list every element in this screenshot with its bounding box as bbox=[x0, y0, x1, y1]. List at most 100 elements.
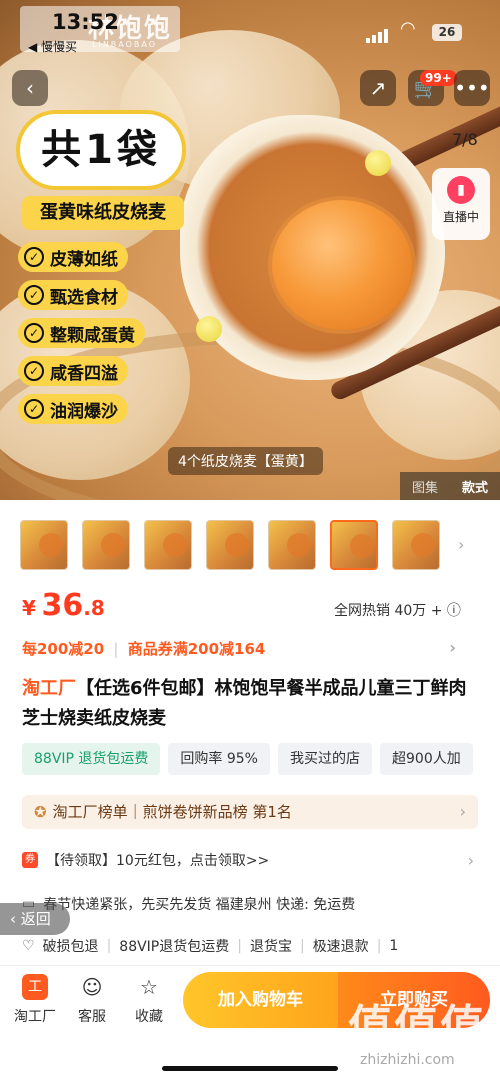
cart-count-badge: 99+ bbox=[420, 70, 457, 86]
tag-repurchase-rate[interactable]: 回购率 95% bbox=[168, 743, 270, 775]
bottom-label: 客服 bbox=[78, 1009, 106, 1025]
feature-badge: ✓ 皮薄如纸 bbox=[18, 242, 128, 272]
tag-purchased-store[interactable]: 我买过的店 bbox=[278, 743, 372, 775]
share-icon: ↗ bbox=[369, 76, 387, 100]
guarantee-item: 88VIP退货包运费 bbox=[119, 939, 230, 955]
product-title: 淘工厂【任选6件包邮】林饱饱早餐半成品儿童三丁鲜肉芝士烧卖纸皮烧麦 bbox=[22, 674, 482, 734]
image-caption: 4个纸皮烧麦【蛋黄】 bbox=[168, 447, 323, 475]
feature-label: 整颗咸蛋黄 bbox=[50, 325, 135, 346]
guarantee-item: 破损包退 bbox=[42, 939, 99, 955]
sales-count[interactable]: 全网热销 40万 + ⓘ bbox=[334, 600, 461, 620]
feature-badge: ✓ 甄选食材 bbox=[18, 280, 128, 310]
variant-thumbnail[interactable] bbox=[392, 520, 440, 570]
favorite-button[interactable]: ☆ 收藏 bbox=[124, 974, 174, 1026]
feature-label: 咸香四溢 bbox=[50, 363, 118, 384]
customer-service-icon: ☺ bbox=[81, 975, 103, 999]
feature-badge: ✓ 油润爆沙 bbox=[18, 394, 128, 424]
more-button[interactable]: ••• bbox=[454, 70, 490, 106]
taogongchang-button[interactable]: 工 淘工厂 bbox=[10, 974, 60, 1026]
medal-icon: ✪ bbox=[34, 803, 47, 821]
back-button[interactable]: ‹ bbox=[12, 70, 48, 106]
price: ¥ 36.8 bbox=[22, 588, 105, 623]
guarantee-row[interactable]: ♡ 破损包退 | 88VIP退货包运费 | 退货宝 | 极速退款 | 1 bbox=[22, 936, 478, 956]
guarantee-item: 1 bbox=[389, 938, 399, 954]
chevron-right-icon[interactable]: › bbox=[458, 535, 464, 554]
check-icon: ✓ bbox=[24, 399, 44, 419]
variant-thumbnail[interactable] bbox=[144, 520, 192, 570]
taogongchang-icon: 工 bbox=[22, 974, 48, 1000]
variant-thumbnail[interactable] bbox=[206, 520, 254, 570]
add-to-cart-button[interactable]: 加入购物车 bbox=[183, 972, 338, 1028]
variant-thumbnail[interactable] bbox=[20, 520, 68, 570]
shipping-text: 春节快递紧张，先买先发货 福建泉州 快递: 免运费 bbox=[43, 897, 356, 913]
feature-label: 油润爆沙 bbox=[50, 401, 118, 422]
red-packet-icon: 券 bbox=[22, 852, 38, 868]
chevron-right-icon: › bbox=[467, 850, 474, 870]
more-icon: ••• bbox=[454, 76, 490, 100]
feature-badge: ✓ 咸香四溢 bbox=[18, 356, 128, 386]
chevron-right-icon: › bbox=[459, 802, 466, 821]
live-icon: ▮ bbox=[447, 176, 475, 204]
promo-subtitle: 蛋黄味纸皮烧麦 bbox=[22, 196, 184, 230]
cellular-signal-icon bbox=[366, 24, 390, 43]
battery-indicator: 26 bbox=[432, 24, 462, 41]
promo-title: 共1袋 bbox=[16, 110, 186, 190]
bottom-label: 收藏 bbox=[135, 1009, 163, 1025]
shipping-row[interactable]: ▭ 春节快递紧张，先买先发货 福建泉州 快递: 免运费 bbox=[22, 894, 478, 914]
gallery-view-tabs[interactable]: 图集 款式 bbox=[400, 472, 500, 500]
price-symbol: ¥ bbox=[22, 596, 36, 620]
watermark-url: zhizhizhi.com bbox=[360, 1052, 455, 1068]
price-integer: 36 bbox=[41, 588, 84, 623]
feature-badge: ✓ 整颗咸蛋黄 bbox=[18, 318, 145, 348]
brand-label: 淘工厂 bbox=[22, 678, 76, 699]
live-label: 直播中 bbox=[442, 210, 479, 224]
product-gallery[interactable]: 林饱饱 LINBAOBAO 13:52 ◀ 慢慢买 ◠ 26 ‹ ↗ 🛒 99+… bbox=[0, 0, 500, 500]
discount-label: 每200减20 bbox=[22, 640, 105, 658]
wifi-icon: ◠ bbox=[400, 18, 416, 39]
back-to-app-link[interactable]: ◀ 慢慢买 bbox=[28, 38, 77, 55]
corn-image bbox=[365, 150, 391, 176]
check-icon: ✓ bbox=[24, 323, 44, 343]
floating-back-button[interactable]: ‹ 返回 bbox=[0, 903, 70, 935]
check-icon: ✓ bbox=[24, 361, 44, 381]
heart-icon: ♡ bbox=[22, 938, 35, 954]
star-icon: ☆ bbox=[140, 975, 158, 999]
check-icon: ✓ bbox=[24, 285, 44, 305]
coupon-row[interactable]: 券 【待领取】10元红包，点击领取>> › bbox=[22, 850, 478, 870]
status-time: 13:52 bbox=[52, 10, 119, 34]
gallery-counter: 7/8 bbox=[452, 130, 478, 149]
ranking-text: 淘工厂榜单｜煎饼卷饼新品榜 第1名 bbox=[52, 803, 292, 821]
price-decimal: .8 bbox=[83, 596, 105, 620]
chevron-left-icon: ‹ bbox=[26, 76, 34, 100]
check-icon: ✓ bbox=[24, 247, 44, 267]
guarantee-item: 极速退款 bbox=[312, 939, 369, 955]
live-stream-button[interactable]: ▮ 直播中 bbox=[432, 168, 490, 240]
egg-yolk-image bbox=[272, 200, 412, 330]
corn-image bbox=[196, 316, 222, 342]
coupon-text: 【待领取】10元红包，点击领取>> bbox=[46, 853, 270, 869]
share-button[interactable]: ↗ bbox=[360, 70, 396, 106]
feature-label: 皮薄如纸 bbox=[50, 249, 118, 270]
product-title-text: 【任选6件包邮】林饱饱早餐半成品儿童三丁鲜肉芝士烧卖纸皮烧麦 bbox=[22, 678, 467, 729]
tag-vip-return[interactable]: 88VIP 退货包运费 bbox=[22, 743, 161, 775]
discount-row[interactable]: 每200减20 | 商品券满200减164 › bbox=[22, 638, 482, 659]
watermark-logo: 值值值 bbox=[348, 1001, 486, 1052]
status-bar: 林饱饱 LINBAOBAO 13:52 ◀ 慢慢买 ◠ 26 bbox=[0, 0, 500, 54]
customer-service-button[interactable]: ☺ 客服 bbox=[67, 974, 117, 1026]
tab-gallery[interactable]: 图集 bbox=[412, 477, 438, 496]
service-tags: 88VIP 退货包运费 回购率 95% 我买过的店 超900人加 bbox=[22, 743, 473, 775]
coupon-label: 商品券满200减164 bbox=[127, 640, 266, 658]
variant-thumbnail[interactable] bbox=[268, 520, 316, 570]
variant-thumbnail[interactable] bbox=[82, 520, 130, 570]
home-indicator bbox=[162, 1066, 338, 1071]
bottom-label: 淘工厂 bbox=[14, 1009, 56, 1025]
tab-styles[interactable]: 款式 bbox=[462, 477, 488, 496]
chevron-right-icon: › bbox=[449, 638, 456, 657]
variant-thumbnail-selected[interactable] bbox=[330, 520, 378, 570]
variant-thumbnails bbox=[20, 520, 440, 570]
guarantee-item: 退货宝 bbox=[249, 939, 292, 955]
ranking-banner[interactable]: ✪ 淘工厂榜单｜煎饼卷饼新品榜 第1名 › bbox=[22, 795, 478, 829]
tag-added-count[interactable]: 超900人加 bbox=[380, 743, 473, 775]
product-info-panel: › ¥ 36.8 全网热销 40万 + ⓘ 每200减20 | 商品券满200减… bbox=[0, 500, 500, 965]
feature-label: 甄选食材 bbox=[50, 287, 118, 308]
